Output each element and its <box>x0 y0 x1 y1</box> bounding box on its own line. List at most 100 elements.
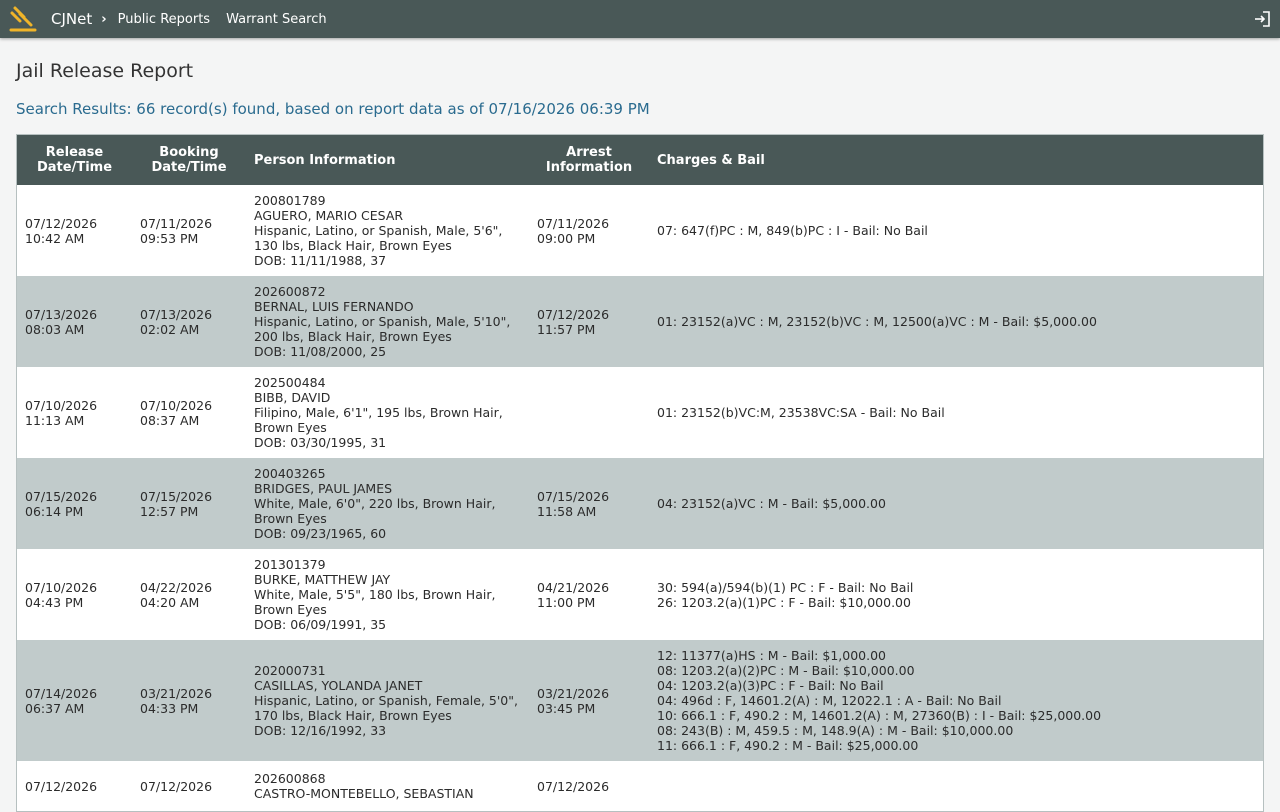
cell-person: 200801789 AGUERO, MARIO CESAR Hispanic, La… <box>246 185 529 276</box>
charges-line: 08: 243(B) : M, 459.5 : M, 148.9(A) : M … <box>657 723 1014 738</box>
cell-booking: 07/11/2026 09:53 PM <box>132 185 246 276</box>
top-navigation-bar: CJNet › Public Reports Warrant Search <box>0 0 1280 38</box>
arrest-line: 07/12/2026 <box>537 778 610 794</box>
cell-release: 07/15/2026 06:14 PM <box>17 458 132 549</box>
cell-charges: 01: 23152(a)VC : M, 23152(b)VC : M, 1250… <box>649 276 1263 367</box>
person-line: Filipino, Male, 6'1", 195 lbs, Brown Hai… <box>254 405 503 420</box>
charges-line: 01: 23152(b)VC:M, 23538VC:SA - Bail: No … <box>657 405 945 420</box>
header-release[interactable]: Release Date/Time <box>17 135 132 185</box>
booking-line: 04:33 PM <box>140 700 199 716</box>
cell-arrest: 03/21/2026 03:45 PM <box>529 640 649 761</box>
cell-arrest <box>529 367 649 458</box>
person-line: 170 lbs, Black Hair, Brown Eyes <box>254 708 452 723</box>
charges-line: 04: 23152(a)VC : M - Bail: $5,000.00 <box>657 496 886 511</box>
charges-line: 10: 666.1 : F, 490.2 : M, 14601.2(A) : M… <box>657 708 1102 723</box>
release-line: 07/14/2026 <box>25 685 98 701</box>
person-line: AGUERO, MARIO CESAR <box>254 208 404 223</box>
cell-arrest: 07/12/2026 11:57 PM <box>529 276 649 367</box>
cell-person: 202500484 BIBB, DAVID Filipino, Male, 6'1"… <box>246 367 529 458</box>
arrest-line: 11:57 PM <box>537 321 596 337</box>
person-line: Brown Eyes <box>254 420 327 435</box>
arrest-line: 11:58 AM <box>537 503 597 519</box>
booking-line: 07/12/2026 <box>140 778 213 794</box>
charges-line: 08: 1203.2(a)(2)PC : M - Bail: $10,000.0… <box>657 663 915 678</box>
cell-charges: 30: 594(a)/594(b)(1) PC : F - Bail: No B… <box>649 549 1263 640</box>
header-person[interactable]: Person Information <box>246 135 529 185</box>
cell-person: 200403265 BRIDGES, PAUL JAMES White, Male,… <box>246 458 529 549</box>
person-line: DOB: 03/30/1995, 31 <box>254 435 387 450</box>
cell-charges <box>649 761 1263 811</box>
person-line: 202000731 <box>254 663 326 678</box>
cell-booking: 07/15/2026 12:57 PM <box>132 458 246 549</box>
release-line: 11:13 AM <box>25 412 85 428</box>
arrest-line: 03/21/2026 <box>537 685 610 701</box>
person-line: DOB: 12/16/1992, 33 <box>254 723 387 738</box>
booking-line: 09:53 PM <box>140 230 199 246</box>
header-arrest[interactable]: Arrest Information <box>529 135 649 185</box>
booking-line: 03/21/2026 <box>140 685 213 701</box>
person-line: Brown Eyes <box>254 511 327 526</box>
nav-warrant-search[interactable]: Warrant Search <box>226 12 327 27</box>
gavel-logo-icon[interactable] <box>7 4 39 34</box>
booking-line: 02:02 AM <box>140 321 200 337</box>
person-line: Hispanic, Latino, or Spanish, Male, 5'10… <box>254 314 511 329</box>
release-line: 07/12/2026 <box>25 778 98 794</box>
cell-release: 07/14/2026 06:37 AM <box>17 640 132 761</box>
table-row: 07/12/2026 07/12/2026 202600868 CASTRO-MONT… <box>17 761 1263 811</box>
charges-line: 01: 23152(a)VC : M, 23152(b)VC : M, 1250… <box>657 314 1097 329</box>
cell-booking: 04/22/2026 04:20 AM <box>132 549 246 640</box>
charges-line: 26: 1203.2(a)(1)PC : F - Bail: $10,000.0… <box>657 594 911 610</box>
nav-public-reports[interactable]: Public Reports <box>118 12 210 27</box>
person-line: 202500484 <box>254 375 326 390</box>
release-line: 07/15/2026 <box>25 488 98 504</box>
person-line: BRIDGES, PAUL JAMES <box>254 481 393 496</box>
cell-release: 07/10/2026 04:43 PM <box>17 549 132 640</box>
cell-charges: 07: 647(f)PC : M, 849(b)PC : I - Bail: N… <box>649 185 1263 276</box>
table-body: 07/12/2026 10:42 AM 07/11/2026 09:53 PM 2008… <box>17 185 1263 811</box>
table-row: 07/13/2026 08:03 AM 07/13/2026 02:02 AM 2026… <box>17 276 1263 367</box>
person-line: 130 lbs, Black Hair, Brown Eyes <box>254 238 452 253</box>
arrest-line: 07/15/2026 <box>537 488 610 504</box>
cell-arrest: 07/11/2026 09:00 PM <box>529 185 649 276</box>
person-line: 202600872 <box>254 284 326 299</box>
arrest-line: 03:45 PM <box>537 700 596 716</box>
cell-person: 201301379 BURKE, MATTHEW JAY White, Male, … <box>246 549 529 640</box>
person-line: CASILLAS, YOLANDA JANET <box>254 678 423 693</box>
cell-release: 07/13/2026 08:03 AM <box>17 276 132 367</box>
release-line: 07/13/2026 <box>25 306 98 322</box>
person-line: White, Male, 6'0", 220 lbs, Brown Hair, <box>254 496 496 511</box>
cell-person: 202000731 CASILLAS, YOLANDA JANET Hispanic… <box>246 640 529 761</box>
cell-release: 07/12/2026 10:42 AM <box>17 185 132 276</box>
header-charges[interactable]: Charges & Bail <box>649 135 1263 185</box>
person-line: BERNAL, LUIS FERNANDO <box>254 299 414 314</box>
booking-line: 07/11/2026 <box>140 215 213 231</box>
cell-arrest: 04/21/2026 11:00 PM <box>529 549 649 640</box>
brand-name[interactable]: CJNet <box>51 10 92 28</box>
release-line: 07/10/2026 <box>25 397 98 413</box>
cell-booking: 07/10/2026 08:37 AM <box>132 367 246 458</box>
release-line: 08:03 AM <box>25 321 85 337</box>
person-line: Hispanic, Latino, or Spanish, Female, 5'… <box>254 693 518 708</box>
person-line: Hispanic, Latino, or Spanish, Male, 5'6"… <box>254 223 503 238</box>
release-report-table: Release Date/Time Booking Date/Time Pers… <box>16 134 1264 812</box>
release-line: 06:37 AM <box>25 700 85 716</box>
person-line: 200 lbs, Black Hair, Brown Eyes <box>254 329 452 344</box>
header-booking[interactable]: Booking Date/Time <box>132 135 246 185</box>
charges-line: 04: 496d : F, 14601.2(A) : M, 12022.1 : … <box>657 693 1002 708</box>
charges-line: 12: 11377(a)HS : M - Bail: $1,000.00 <box>657 648 886 663</box>
search-results-summary: Search Results: 66 record(s) found, base… <box>16 100 650 118</box>
charges-line: 04: 1203.2(a)(3)PC : F - Bail: No Bail <box>657 678 884 693</box>
table-row: 07/15/2026 06:14 PM 07/15/2026 12:57 PM 2004… <box>17 458 1263 549</box>
cell-arrest: 07/15/2026 11:58 AM <box>529 458 649 549</box>
release-line: 07/12/2026 <box>25 215 98 231</box>
release-line: 10:42 AM <box>25 230 85 246</box>
person-line: 200403265 <box>254 466 326 481</box>
charges-line: 11: 666.1 : F, 490.2 : M - Bail: $25,000… <box>657 738 919 753</box>
charges-line: 07: 647(f)PC : M, 849(b)PC : I - Bail: N… <box>657 223 928 238</box>
cell-booking: 03/21/2026 04:33 PM <box>132 640 246 761</box>
cell-person: 202600868 CASTRO-MONTEBELLO, SEBASTIAN <box>246 761 529 811</box>
booking-line: 07/15/2026 <box>140 488 213 504</box>
login-icon[interactable] <box>1253 10 1271 28</box>
release-line: 07/10/2026 <box>25 579 98 595</box>
person-line: 200801789 <box>254 193 326 208</box>
